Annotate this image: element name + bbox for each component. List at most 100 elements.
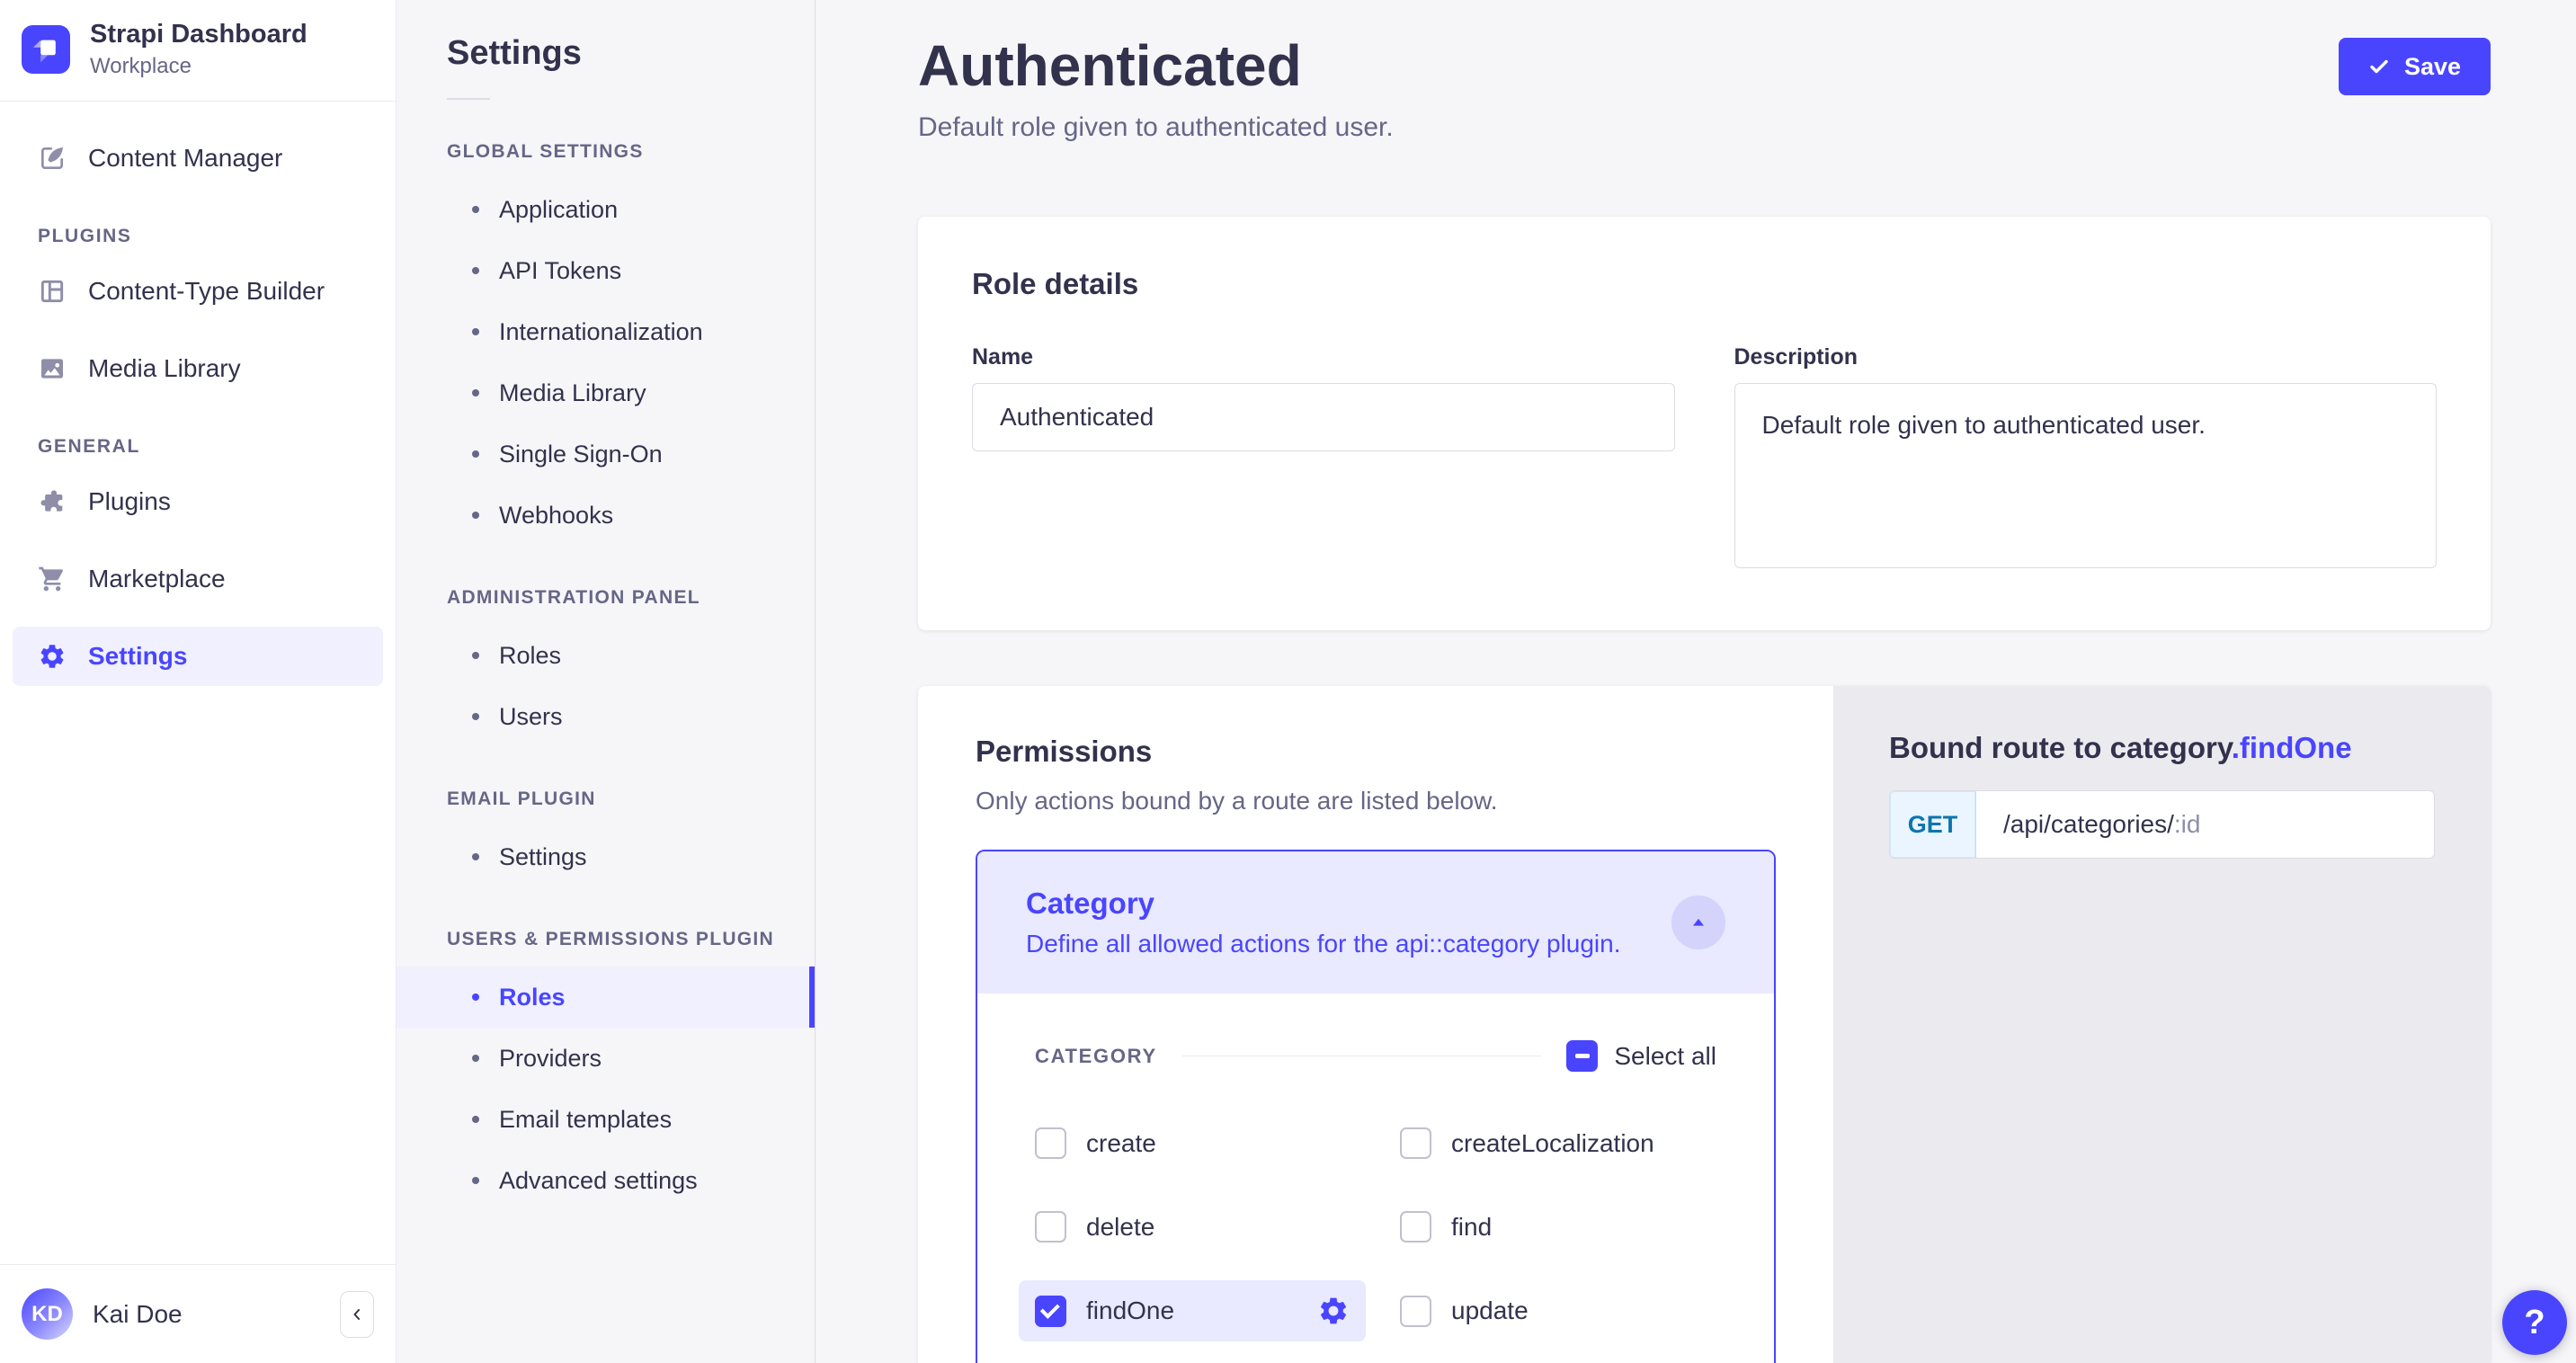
sidebar-item-label: Content-Type Builder: [88, 277, 325, 306]
settings-item-admin-users[interactable]: Users: [397, 686, 815, 747]
description-field: Description Default role given to authen…: [1734, 344, 2438, 573]
settings-item-up-roles[interactable]: Roles: [397, 967, 815, 1028]
select-all-label: Select all: [1614, 1042, 1716, 1071]
settings-item-api-tokens[interactable]: API Tokens: [397, 240, 815, 301]
checkbox: [1035, 1211, 1066, 1243]
name-field: Name: [972, 344, 1675, 451]
role-details-title: Role details: [972, 267, 2437, 301]
save-button-label: Save: [2404, 53, 2461, 81]
settings-item-media-library[interactable]: Media Library: [397, 362, 815, 423]
workspace-name: Workplace: [90, 54, 308, 79]
bullet-icon: [472, 853, 479, 860]
marketplace-icon: [38, 565, 67, 593]
category-group-row: CATEGORY Select all: [1035, 1040, 1716, 1072]
bullet-icon: [472, 206, 479, 213]
page-title: Authenticated: [918, 36, 1302, 96]
settings-item-label: Providers: [499, 1045, 602, 1073]
settings-item-label: Single Sign-On: [499, 441, 663, 468]
settings-item-label: Media Library: [499, 379, 646, 407]
checkbox: [1400, 1127, 1431, 1159]
bullet-icon: [472, 652, 479, 659]
settings-item-email-templates[interactable]: Email templates: [397, 1089, 815, 1150]
app-title: Strapi Dashboard: [90, 20, 308, 49]
permission-item-find[interactable]: find: [1384, 1197, 1749, 1257]
settings-section-admin-panel: ADMINISTRATION PANEL Roles Users: [397, 587, 815, 747]
settings-item-admin-roles[interactable]: Roles: [397, 625, 815, 686]
settings-item-label: Users: [499, 703, 563, 731]
permission-item-create[interactable]: create: [1019, 1113, 1384, 1173]
plugins-icon: [38, 487, 67, 516]
route-path-main: /api/categories/: [2003, 810, 2174, 839]
category-accordion: Category Define all allowed actions for …: [976, 850, 1776, 1363]
permission-item-createLocalization[interactable]: createLocalization: [1384, 1113, 1749, 1173]
permission-label: createLocalization: [1451, 1129, 1654, 1158]
bullet-icon: [472, 450, 479, 458]
name-label: Name: [972, 344, 1675, 370]
workspace-switcher[interactable]: Strapi Dashboard Workplace: [0, 0, 396, 101]
nav-section-general: GENERAL: [13, 436, 383, 458]
permission-item-findOne[interactable]: findOne: [1019, 1280, 1366, 1341]
settings-item-providers[interactable]: Providers: [397, 1028, 815, 1089]
spacer: [13, 321, 383, 339]
gear-icon[interactable]: [1317, 1295, 1350, 1327]
spacer: [13, 609, 383, 627]
checkbox: [1035, 1127, 1066, 1159]
settings-item-application[interactable]: Application: [397, 179, 815, 240]
bullet-icon: [472, 389, 479, 396]
settings-item-label: Webhooks: [499, 502, 613, 530]
gear-icon: [38, 642, 67, 671]
permissions-section: Permissions Only actions bound by a rout…: [918, 686, 2491, 1363]
user-name: Kai Doe: [93, 1300, 320, 1329]
spacer: [13, 531, 383, 549]
sidebar-footer: KD Kai Doe: [0, 1264, 396, 1363]
settings-sidebar: Settings GLOBAL SETTINGS Application API…: [397, 0, 816, 1363]
category-accordion-header[interactable]: Category Define all allowed actions for …: [977, 851, 1774, 993]
sidebar-item-marketplace[interactable]: Marketplace: [13, 549, 383, 609]
collapse-accordion-button[interactable]: [1671, 895, 1725, 949]
settings-item-webhooks[interactable]: Webhooks: [397, 485, 815, 546]
sidebar-item-settings[interactable]: Settings: [13, 627, 383, 686]
settings-item-email-settings[interactable]: Settings: [397, 826, 815, 887]
route-path-param: :id: [2174, 810, 2201, 839]
settings-item-label: API Tokens: [499, 257, 621, 285]
sidebar-item-content-type-builder[interactable]: Content-Type Builder: [13, 262, 383, 321]
sidebar-item-content-manager[interactable]: Content Manager: [13, 129, 383, 188]
avatar[interactable]: KD: [22, 1288, 73, 1340]
permissions-title: Permissions: [976, 735, 1776, 769]
checkbox: [1400, 1211, 1431, 1243]
permission-item-delete[interactable]: delete: [1019, 1197, 1384, 1257]
select-all-checkbox[interactable]: Select all: [1566, 1040, 1716, 1072]
indeterminate-checkbox-icon: [1566, 1040, 1598, 1072]
settings-item-single-sign-on[interactable]: Single Sign-On: [397, 423, 815, 485]
help-button[interactable]: ?: [2502, 1290, 2567, 1355]
sidebar-item-media-library[interactable]: Media Library: [13, 339, 383, 398]
category-accordion-body: CATEGORY Select all create: [977, 993, 1774, 1363]
divider: [447, 98, 490, 100]
permission-item-update[interactable]: update: [1384, 1280, 1749, 1341]
sidebar-item-label: Plugins: [88, 487, 171, 516]
name-input[interactable]: [972, 383, 1675, 451]
permissions-grid: create createLocalization delete: [1019, 1113, 1716, 1341]
settings-item-internationalization[interactable]: Internationalization: [397, 301, 815, 362]
bound-route-title-prefix: Bound route to category: [1889, 731, 2232, 764]
bullet-icon: [472, 512, 479, 519]
brand-text: Strapi Dashboard Workplace: [90, 20, 308, 79]
description-input[interactable]: Default role given to authenticated user…: [1734, 383, 2438, 568]
settings-item-advanced-settings[interactable]: Advanced settings: [397, 1150, 815, 1211]
bullet-icon: [472, 267, 479, 274]
settings-item-label: Internationalization: [499, 318, 703, 346]
checkbox: [1400, 1296, 1431, 1327]
permissions-subtitle: Only actions bound by a route are listed…: [976, 787, 1776, 815]
sidebar-item-label: Settings: [88, 642, 187, 671]
save-button[interactable]: Save: [2339, 38, 2491, 95]
collapse-sidebar-button[interactable]: [340, 1291, 374, 1338]
sidebar-item-plugins[interactable]: Plugins: [13, 472, 383, 531]
permissions-panel: Permissions Only actions bound by a rout…: [918, 686, 1833, 1363]
content-type-builder-icon: [38, 277, 67, 306]
check-icon: [2368, 56, 2390, 77]
bullet-icon: [472, 1116, 479, 1123]
checkbox: [1035, 1296, 1066, 1327]
http-method-badge: GET: [1890, 791, 1976, 858]
nav-section-plugins: PLUGINS: [13, 226, 383, 247]
accordion-subtitle: Define all allowed actions for the api::…: [1026, 930, 1621, 958]
